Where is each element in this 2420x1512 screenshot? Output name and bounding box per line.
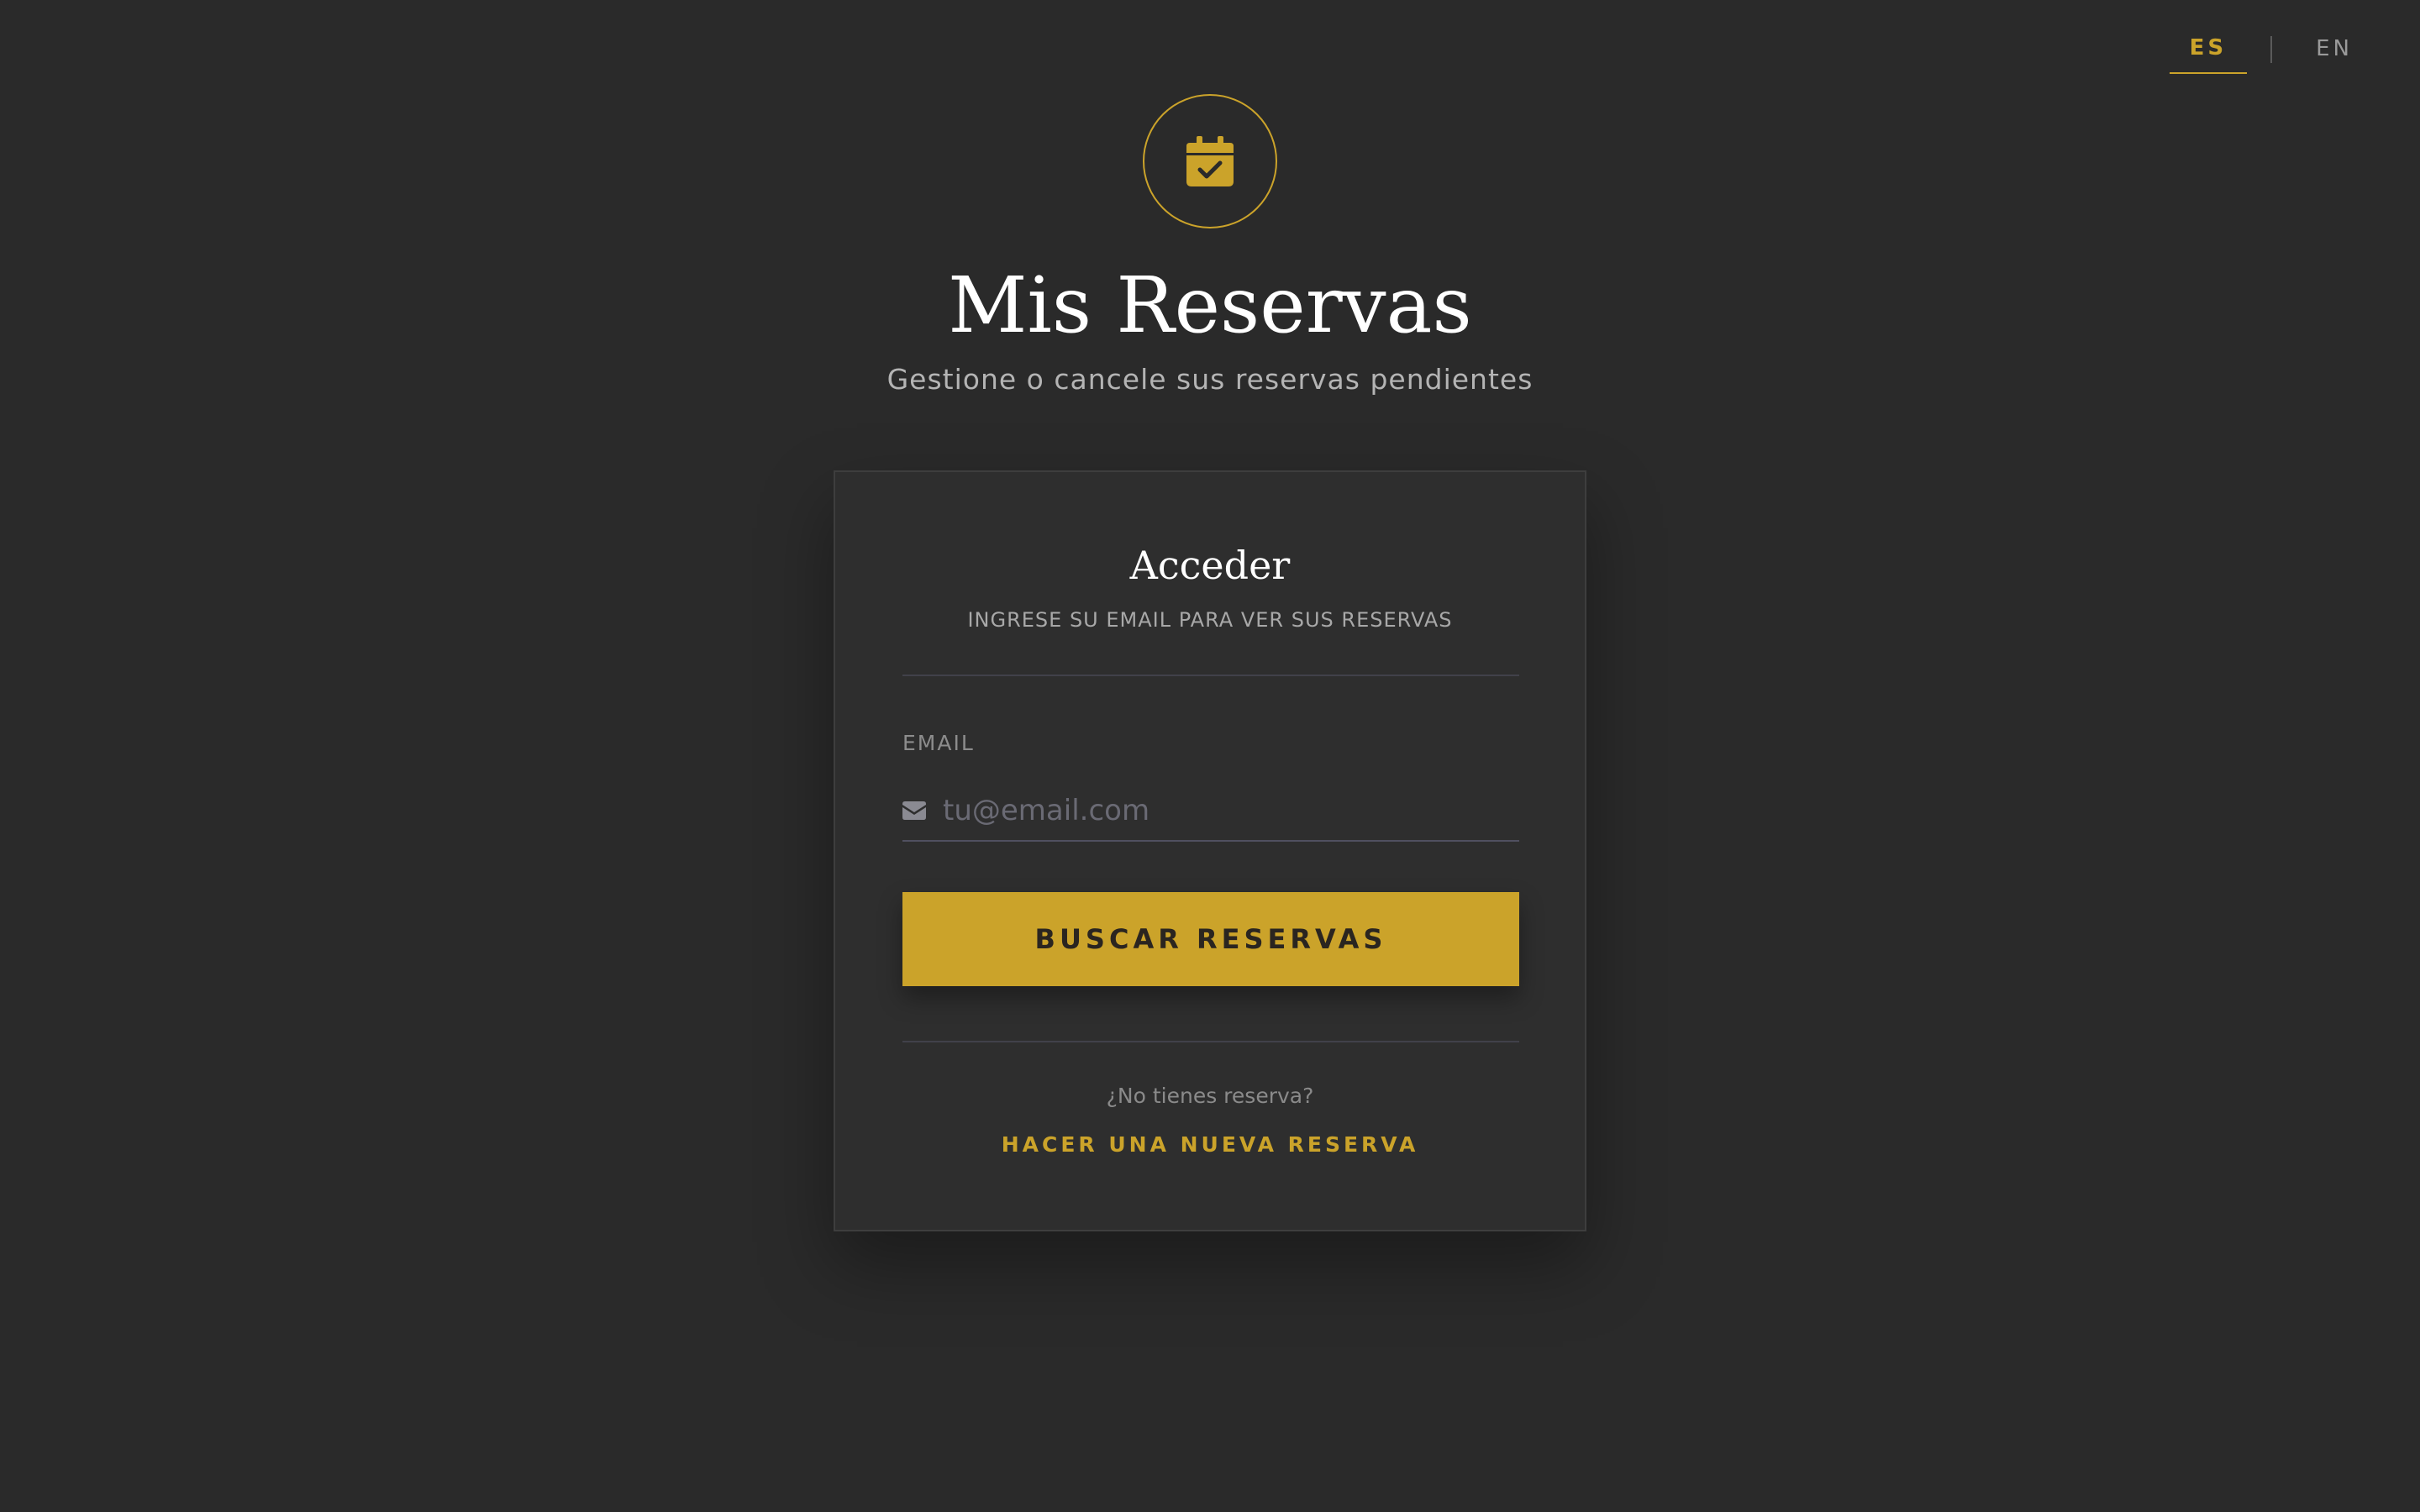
- card-divider-bottom: [902, 1041, 1519, 1042]
- header-icon-circle: [1143, 94, 1277, 228]
- email-label: EMAIL: [902, 731, 975, 755]
- page: ES EN Mis Reservas Gestione o cancele su…: [0, 0, 2420, 1512]
- card-divider-top: [902, 675, 1519, 676]
- email-input[interactable]: [943, 785, 1519, 836]
- login-card: Acceder INGRESE SU EMAIL PARA VER SUS RE…: [834, 470, 1586, 1231]
- calendar-check-icon: [1186, 136, 1234, 186]
- language-divider: [2270, 36, 2273, 63]
- language-es-button[interactable]: ES: [2169, 32, 2248, 74]
- new-reservation-link[interactable]: HACER UNA NUEVA RESERVA: [835, 1132, 1585, 1157]
- card-subtitle: INGRESE SU EMAIL PARA VER SUS RESERVAS: [967, 608, 1453, 632]
- card-title: Acceder: [1129, 543, 1291, 588]
- envelope-icon: [902, 801, 926, 820]
- email-field-wrapper: [902, 781, 1519, 842]
- page-title: Mis Reservas: [948, 260, 1472, 350]
- search-reservations-button[interactable]: BUSCAR RESERVAS: [902, 892, 1519, 986]
- language-switcher: ES EN: [2169, 32, 2373, 74]
- page-subtitle: Gestione o cancele sus reservas pendient…: [886, 363, 1534, 396]
- language-en-button[interactable]: EN: [2296, 33, 2373, 73]
- no-reservation-text: ¿No tienes reserva?: [1106, 1084, 1314, 1108]
